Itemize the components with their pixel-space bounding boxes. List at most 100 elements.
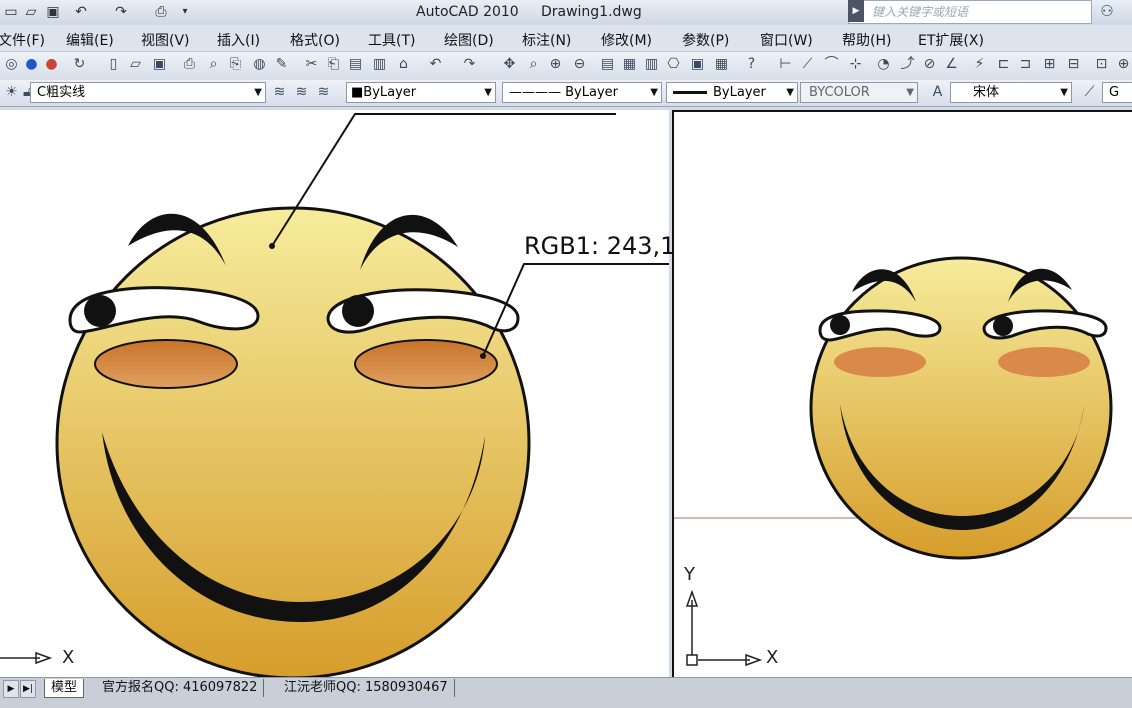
binoculars-icon[interactable]: ⚇ [1094,0,1120,22]
drawing-canvas-left [0,113,669,677]
menu-modify[interactable]: 修改(M) [601,30,652,50]
menu-tools[interactable]: 工具(T) [368,30,415,50]
calculator-icon[interactable]: ▦ [712,55,731,74]
search-arrow-icon[interactable]: ▶ [848,0,864,22]
menu-format[interactable]: 格式(O) [290,30,340,50]
undo-icon[interactable]: ↶ [72,3,90,21]
open-file-icon[interactable]: ▱ [126,55,145,74]
linetype-select[interactable]: ———— ByLayer ▼ [502,82,662,103]
menu-window[interactable]: 窗口(W) [760,30,813,50]
customize-icon[interactable]: ▾ [176,3,194,21]
publish-icon[interactable]: ⎘ [226,55,245,74]
layer-match-icon[interactable]: ≋ [314,83,333,102]
model-viewport-left[interactable] [0,110,669,677]
help-icon[interactable]: ? [742,55,761,74]
zoom-realtime-icon[interactable]: ⌕ [524,55,543,74]
paste-special-icon[interactable]: ▥ [370,55,389,74]
baseline-dimension-icon[interactable]: ⊏ [994,55,1013,74]
lineweight-select[interactable]: ByLayer ▼ [666,82,798,103]
dimension-space-icon[interactable]: ⊞ [1040,55,1059,74]
menu-parametric[interactable]: 参数(P) [682,30,729,50]
save-icon[interactable]: ▣ [44,3,62,21]
menu-help[interactable]: 帮助(H) [842,30,891,50]
left-pupil[interactable] [84,295,116,327]
markup-icon[interactable]: ✎ [272,55,291,74]
save-file-icon[interactable]: ▣ [150,55,169,74]
right-pupil[interactable] [342,295,374,327]
markup-manager-icon[interactable]: ▣ [688,55,707,74]
menu-edit[interactable]: 编辑(E) [66,30,114,50]
properties-icon[interactable]: ▤ [598,55,617,74]
pan-icon[interactable]: ✥ [500,55,519,74]
rgb-callout-label[interactable]: RGB1: 243,1 [524,232,675,260]
menu-view[interactable]: 视图(V) [141,30,190,50]
plotstyle-select[interactable]: BYCOLOR ▼ [800,82,918,103]
tab-layout1[interactable]: 官方报名QQ: 416097822 [96,679,265,697]
layer-select[interactable]: C粗实线 ▼ [30,82,266,103]
quick-dimension-icon[interactable]: ⚡ [970,55,989,74]
cut-icon[interactable]: ✂ [302,55,321,74]
open-icon[interactable]: ▭ [2,3,20,21]
material-sphere-icon[interactable]: ● [42,55,61,74]
tool-palettes-icon[interactable]: ▥ [642,55,661,74]
folder-icon[interactable]: ▱ [22,3,40,21]
sheet-set-icon[interactable]: ⎔ [664,55,683,74]
plot-icon[interactable]: ⎙ [180,55,199,74]
chevron-down-icon: ▼ [786,87,794,98]
redo-toolbar-icon[interactable]: ↷ [460,55,479,74]
jogged-dimension-icon[interactable]: ⤴ [898,55,917,74]
tolerance-icon[interactable]: ⊡ [1092,55,1111,74]
undo-toolbar-icon[interactable]: ↶ [426,55,445,74]
zoom-window-icon[interactable]: ⊕ [546,55,565,74]
tab-nav-last-icon[interactable]: ▶| [20,680,36,698]
color-select[interactable]: ■ByLayer ▼ [346,82,496,103]
menu-draw[interactable]: 绘图(D) [444,30,494,50]
dim-style-icon[interactable]: ⟋ [1080,83,1099,102]
right-pupil-small[interactable] [993,316,1013,336]
3d-dwf-icon[interactable]: ◍ [250,55,269,74]
paste-icon[interactable]: ▤ [346,55,365,74]
text-style-icon[interactable]: A [928,83,947,102]
menu-file[interactable]: 文件(F) [0,30,45,50]
dimstyle-value: G [1109,85,1120,100]
blue-sphere-icon[interactable]: ● [22,55,41,74]
tab-layout2[interactable]: 江沅老师QQ: 1580930467 [278,679,455,697]
refresh-icon[interactable]: ↻ [70,55,89,74]
match-properties-icon[interactable]: ⌂ [394,55,413,74]
menu-insert[interactable]: 插入(I) [217,30,260,50]
menu-et-express[interactable]: ET扩展(X) [918,30,984,50]
print-icon[interactable]: ⎙ [152,3,170,21]
redo-icon[interactable]: ↷ [112,3,130,21]
tab-nav-next-icon[interactable]: ▶ [3,680,19,698]
tab-model[interactable]: 模型 [44,679,85,698]
app-title: AutoCAD 2010 Drawing1.dwg [416,4,642,20]
model-viewport-right[interactable] [672,110,1132,679]
render-sphere-icon[interactable]: ◎ [2,55,21,74]
radius-dimension-icon[interactable]: ◔ [874,55,893,74]
copy-icon[interactable]: ⎗ [324,55,343,74]
diameter-dimension-icon[interactable]: ⊘ [920,55,939,74]
dimstyle-select[interactable]: G [1102,82,1132,103]
new-file-icon[interactable]: ▯ [104,55,123,74]
zoom-previous-icon[interactable]: ⊖ [570,55,589,74]
left-cheek[interactable] [94,339,238,389]
center-mark-icon[interactable]: ⊕ [1114,55,1132,74]
continue-dimension-icon[interactable]: ⊐ [1016,55,1035,74]
font-select[interactable]: 宋体 ▼ [950,82,1072,103]
face-circle-small[interactable] [809,256,1113,560]
dimension-break-icon[interactable]: ⊟ [1064,55,1083,74]
left-pupil-small[interactable] [830,315,850,335]
menu-dimension[interactable]: 标注(N) [522,30,571,50]
right-cheek-small[interactable] [998,347,1090,377]
arc-length-icon[interactable]: ⌒ [822,55,841,74]
right-cheek[interactable] [354,339,498,389]
design-center-icon[interactable]: ▦ [620,55,639,74]
linear-dimension-icon[interactable]: ⊢ [776,55,795,74]
layer-previous-icon[interactable]: ≋ [270,83,289,102]
aligned-dimension-icon[interactable]: ⟋ [798,55,817,74]
ordinate-dimension-icon[interactable]: ⊹ [846,55,865,74]
make-current-icon[interactable]: ≋ [292,83,311,102]
angular-dimension-icon[interactable]: ∠ [942,55,961,74]
plot-preview-icon[interactable]: ⌕ [204,55,223,74]
left-cheek-small[interactable] [834,347,926,377]
